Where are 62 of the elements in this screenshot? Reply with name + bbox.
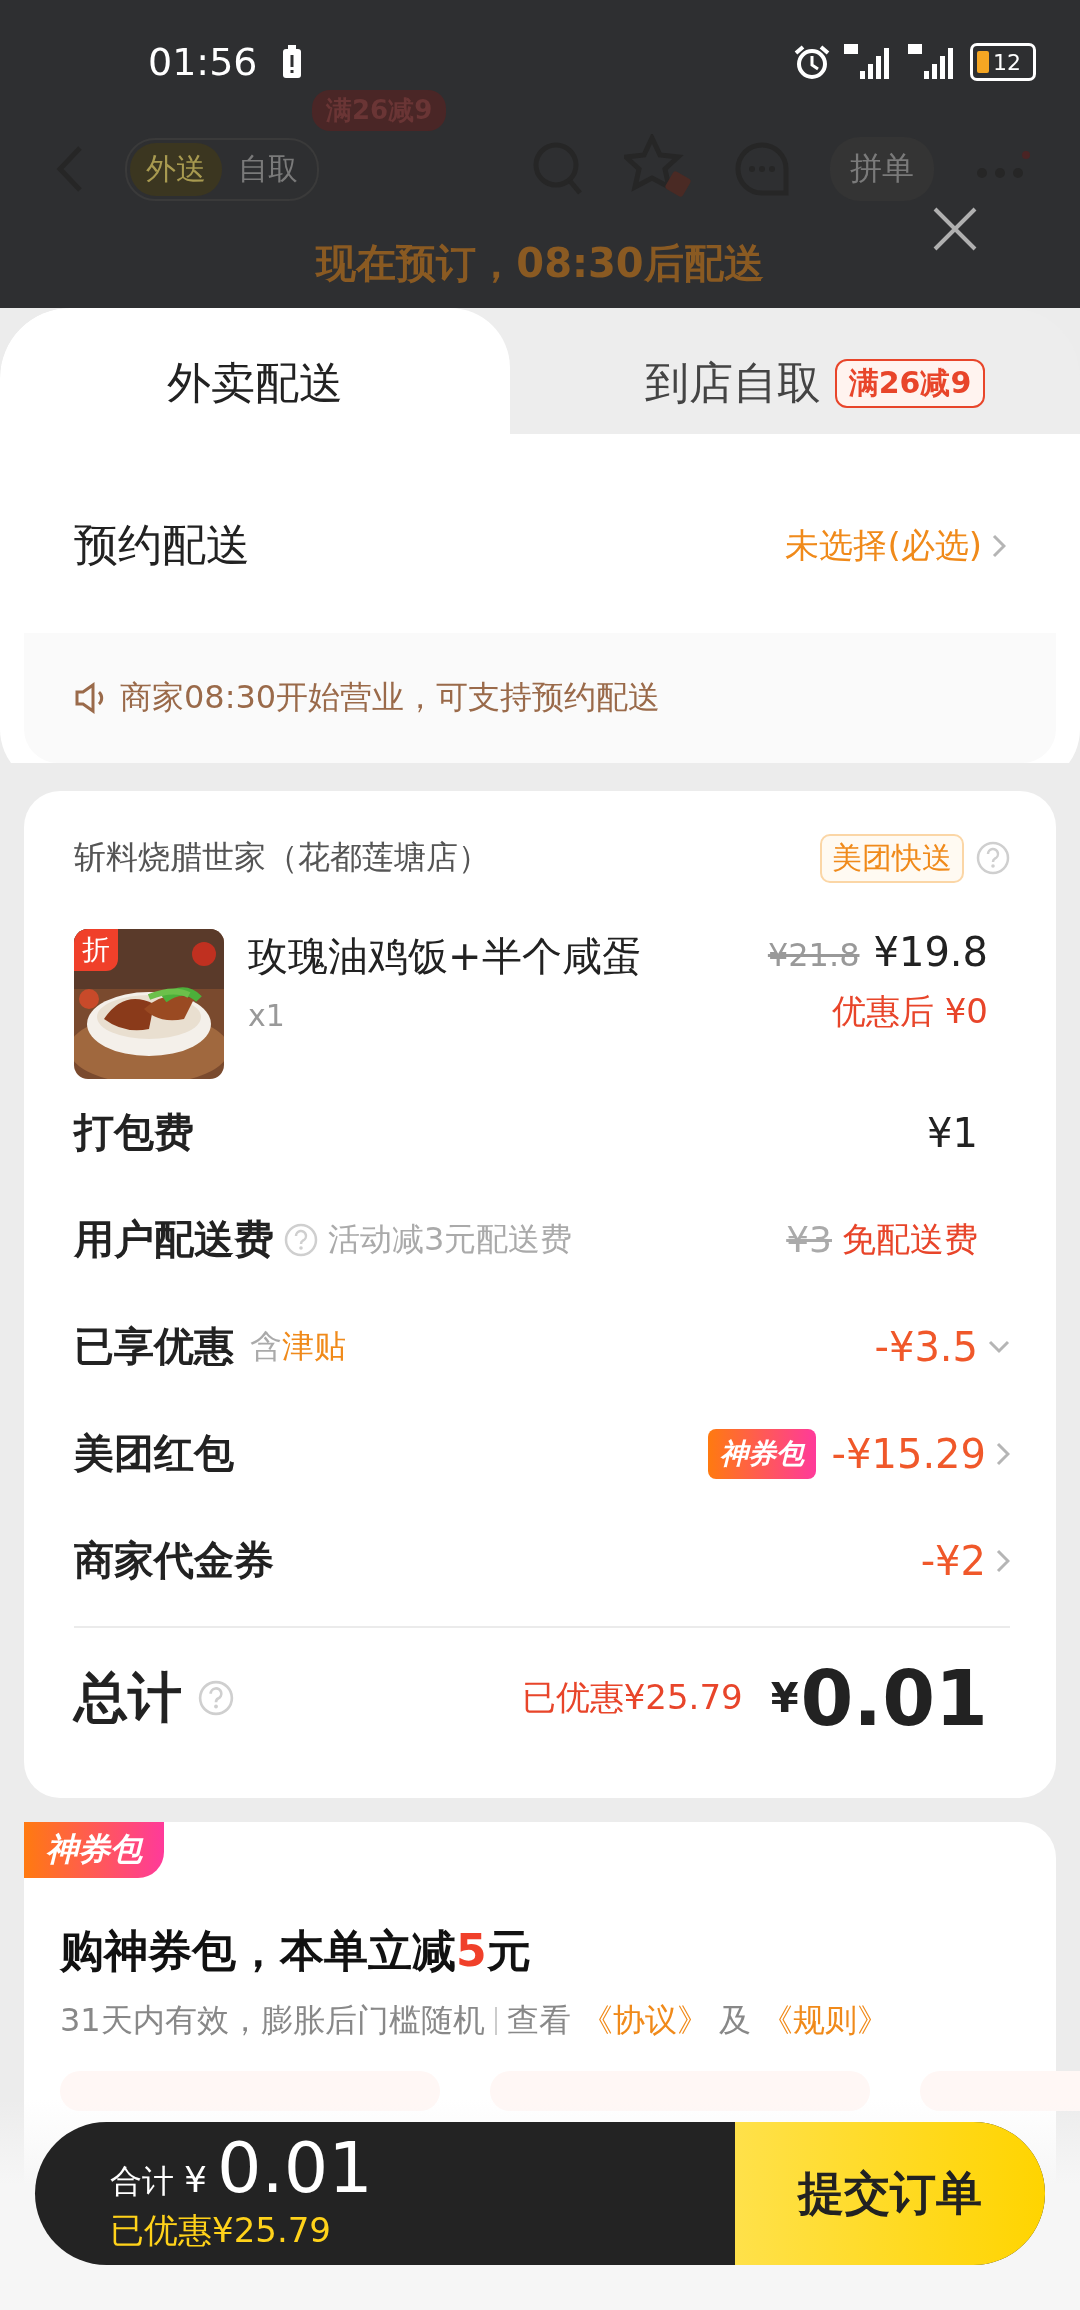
and-label: 及 [718, 2000, 751, 2041]
view-label: 查看 [506, 2000, 571, 2041]
chevron-right-icon[interactable] [996, 1548, 1010, 1573]
help-icon[interactable] [284, 1222, 318, 1257]
currency-symbol: ¥ [184, 2159, 207, 2200]
schedule-time-link[interactable]: 未选择(必选) [785, 522, 982, 569]
currency-symbol: ¥ [770, 1675, 799, 1721]
saved-amount: 已优惠¥25.79 [110, 2209, 332, 2252]
mode-tab[interactable]: 外送 [130, 142, 222, 196]
fee-label: 商家代金券 [74, 1536, 274, 1585]
promo-badge: 满26减9 [834, 358, 986, 408]
chevron-down-icon[interactable] [988, 1339, 1010, 1354]
delivery-tag: 美团快送 [820, 833, 964, 883]
rules-link[interactable]: 《规则》 [760, 1999, 889, 2043]
tab-label: 到店自取 [644, 355, 821, 410]
group-order-button[interactable]: 拼单 [830, 137, 934, 201]
coupon-pack-tag: 神券包 [24, 1822, 164, 1878]
total-label: 合计 [110, 2161, 174, 2202]
battery-icon: 12 [970, 43, 1036, 81]
item-name: 玫瑰油鸡饭+半个咸蛋 [248, 932, 643, 981]
chevron-right-icon[interactable] [996, 1441, 1010, 1466]
preorder-notice: 现在预订，08:30后配送 [314, 239, 765, 288]
fee-value: -¥3.5 [874, 1323, 978, 1370]
fee-value: 免配送费 [842, 1217, 978, 1261]
fee-label: 用户配送费 [74, 1215, 274, 1264]
total-amount: 0.01 [216, 2133, 373, 2203]
saved-amount: 已优惠¥25.79 [521, 1676, 743, 1719]
schedule-label: 预约配送 [74, 518, 250, 572]
submit-order-button[interactable]: 提交订单 [735, 2122, 1045, 2265]
total-amount: 0.01 [800, 1653, 988, 1743]
fee-note: 含 [250, 1325, 282, 1367]
validity-text: 31天内有效，膨胀后门槛随机 [60, 2000, 485, 2041]
coupon-pack-title: 购神券包，本单立减5元 [60, 1924, 532, 1978]
notice-text: 商家08:30开始营业，可支持预约配送 [120, 677, 661, 718]
discounted-price: 优惠后 ¥0 [831, 990, 988, 1033]
fee-value: ¥1 [927, 1109, 978, 1156]
item-price: ¥19.8 [873, 929, 988, 975]
battery-alert-icon [281, 45, 302, 79]
tab-label: 外卖配送 [167, 355, 343, 410]
total-label: 总计 [74, 1664, 182, 1731]
fee-label: 打包费 [74, 1108, 194, 1157]
fee-value: -¥15.29 [831, 1430, 986, 1477]
help-icon[interactable] [976, 841, 1010, 875]
status-time: 01:56 [148, 40, 258, 84]
help-icon[interactable] [198, 1680, 234, 1716]
fee-note: 活动减3元配送费 [328, 1218, 573, 1260]
subsidy-label: 津贴 [282, 1325, 346, 1367]
item-quantity: x1 [248, 998, 286, 1033]
chevron-right-icon [992, 533, 1006, 558]
alarm-icon [794, 45, 830, 79]
coupon-pack-badge: 神券包 [707, 1428, 816, 1479]
close-icon[interactable] [932, 206, 978, 252]
agreement-link[interactable]: 《协议》 [580, 1999, 709, 2043]
original-fee: ¥3 [786, 1219, 832, 1260]
fee-label: 已享优惠 [74, 1322, 234, 1371]
store-name: 斩料烧腊世家（花都莲塘店） [74, 837, 490, 878]
discount-tag: 折 [74, 929, 118, 971]
fee-value: -¥2 [920, 1537, 986, 1584]
delivery-mode-tab[interactable]: 到店自取 满26减9 [510, 308, 1080, 458]
original-price: ¥21.8 [767, 936, 860, 974]
mode-tab[interactable]: 自取 [222, 142, 314, 196]
fee-label: 美团红包 [74, 1429, 234, 1478]
